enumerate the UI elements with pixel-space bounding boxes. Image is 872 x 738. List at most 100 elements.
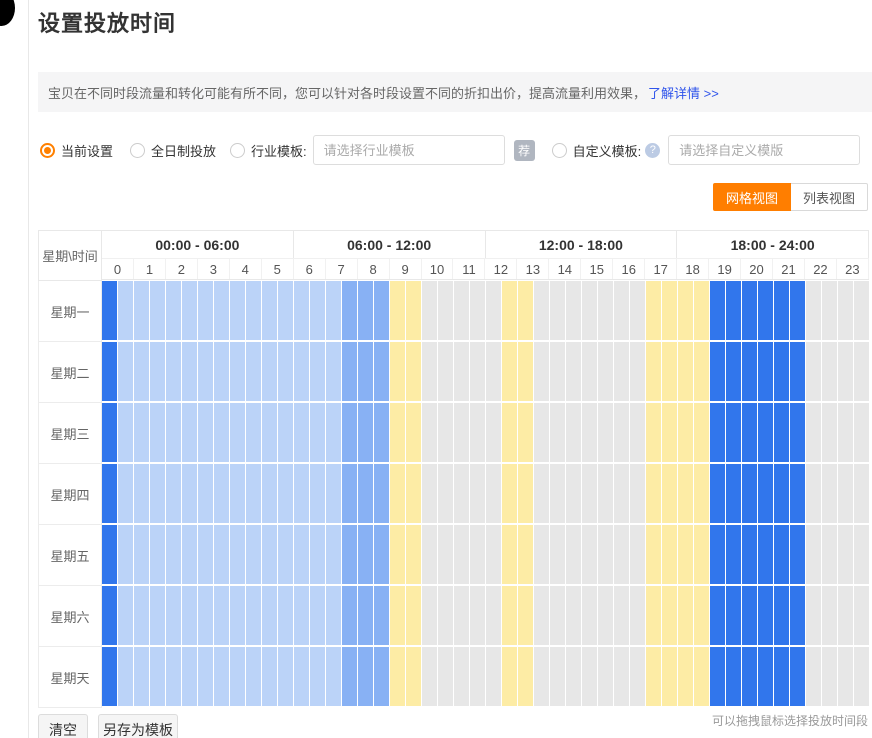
time-slot-cell[interactable] — [470, 342, 485, 401]
time-slot-cell[interactable] — [454, 281, 469, 340]
time-slot-cell[interactable] — [470, 464, 485, 523]
time-slot-cell[interactable] — [822, 647, 837, 706]
time-slot-cell[interactable] — [630, 281, 645, 340]
time-slot-cell[interactable] — [390, 342, 405, 401]
time-slot-cell[interactable] — [566, 586, 581, 645]
time-slot-cell[interactable] — [534, 586, 549, 645]
time-slot-cell[interactable] — [726, 586, 741, 645]
mode-fullday[interactable]: 全日制投放 — [130, 141, 216, 160]
time-slot-cell[interactable] — [742, 586, 757, 645]
time-slot-cell[interactable] — [694, 586, 709, 645]
time-slot-cell[interactable] — [774, 281, 789, 340]
time-slot-cell[interactable] — [534, 342, 549, 401]
time-slot-cell[interactable] — [134, 281, 149, 340]
time-slot-cell[interactable] — [406, 586, 421, 645]
time-slot-cell[interactable] — [598, 281, 613, 340]
time-slot-cell[interactable] — [278, 342, 293, 401]
time-slot-cell[interactable] — [310, 342, 325, 401]
time-slot-cell[interactable] — [214, 281, 229, 340]
time-slot-cell[interactable] — [598, 342, 613, 401]
time-slot-cell[interactable] — [278, 281, 293, 340]
time-slot-cell[interactable] — [262, 647, 277, 706]
time-slot-cell[interactable] — [246, 403, 261, 462]
custom-template-input[interactable] — [668, 135, 860, 165]
time-slot-cell[interactable] — [246, 342, 261, 401]
time-slot-cell[interactable] — [678, 281, 693, 340]
time-slot-cell[interactable] — [614, 647, 629, 706]
time-slot-cell[interactable] — [726, 525, 741, 584]
time-slot-cell[interactable] — [374, 464, 389, 523]
time-slot-cell[interactable] — [310, 403, 325, 462]
time-slot-cell[interactable] — [214, 525, 229, 584]
time-slot-cell[interactable] — [854, 586, 869, 645]
time-slot-cell[interactable] — [438, 281, 453, 340]
time-slot-cell[interactable] — [310, 464, 325, 523]
time-slot-cell[interactable] — [518, 281, 533, 340]
time-slot-cell[interactable] — [726, 647, 741, 706]
time-slot-cell[interactable] — [550, 464, 565, 523]
time-slot-cell[interactable] — [630, 525, 645, 584]
time-slot-cell[interactable] — [582, 403, 597, 462]
time-slot-cell[interactable] — [678, 403, 693, 462]
time-slot-cell[interactable] — [326, 647, 341, 706]
time-slot-cell[interactable] — [790, 342, 805, 401]
time-slot-cell[interactable] — [294, 586, 309, 645]
time-slot-cell[interactable] — [182, 342, 197, 401]
time-slot-cell[interactable] — [790, 586, 805, 645]
time-slot-cell[interactable] — [326, 281, 341, 340]
time-slot-cell[interactable] — [406, 281, 421, 340]
time-slot-cell[interactable] — [822, 403, 837, 462]
time-slot-cell[interactable] — [166, 647, 181, 706]
time-slot-cell[interactable] — [790, 403, 805, 462]
industry-template-input[interactable] — [313, 135, 505, 165]
time-slot-cell[interactable] — [262, 586, 277, 645]
time-slot-cell[interactable] — [694, 342, 709, 401]
time-slot-cell[interactable] — [214, 464, 229, 523]
time-slot-cell[interactable] — [822, 525, 837, 584]
time-slot-cell[interactable] — [806, 464, 821, 523]
time-slot-cell[interactable] — [822, 464, 837, 523]
time-slot-cell[interactable] — [598, 403, 613, 462]
time-slot-cell[interactable] — [566, 464, 581, 523]
time-slot-cell[interactable] — [166, 342, 181, 401]
time-slot-cell[interactable] — [390, 586, 405, 645]
time-slot-cell[interactable] — [134, 342, 149, 401]
time-slot-cell[interactable] — [134, 586, 149, 645]
time-slot-cell[interactable] — [390, 403, 405, 462]
time-slot-cell[interactable] — [742, 281, 757, 340]
time-slot-cell[interactable] — [406, 525, 421, 584]
time-slot-cell[interactable] — [854, 525, 869, 584]
time-slot-cell[interactable] — [166, 403, 181, 462]
time-slot-cell[interactable] — [278, 464, 293, 523]
time-slot-cell[interactable] — [710, 586, 725, 645]
time-slot-cell[interactable] — [454, 586, 469, 645]
time-slot-cell[interactable] — [742, 342, 757, 401]
time-slot-cell[interactable] — [518, 342, 533, 401]
time-slot-cell[interactable] — [198, 342, 213, 401]
time-slot-cell[interactable] — [198, 403, 213, 462]
time-slot-cell[interactable] — [534, 281, 549, 340]
time-slot-cell[interactable] — [854, 647, 869, 706]
time-slot-cell[interactable] — [230, 342, 245, 401]
time-slot-cell[interactable] — [134, 403, 149, 462]
time-slot-cell[interactable] — [790, 647, 805, 706]
time-slot-cell[interactable] — [278, 647, 293, 706]
time-slot-cell[interactable] — [470, 403, 485, 462]
time-slot-cell[interactable] — [678, 525, 693, 584]
time-slot-cell[interactable] — [246, 281, 261, 340]
time-slot-cell[interactable] — [166, 281, 181, 340]
list-view-button[interactable]: 列表视图 — [791, 183, 868, 211]
time-slot-cell[interactable] — [422, 281, 437, 340]
time-slot-cell[interactable] — [230, 403, 245, 462]
time-slot-cell[interactable] — [758, 464, 773, 523]
time-slot-cell[interactable] — [614, 525, 629, 584]
time-slot-cell[interactable] — [598, 586, 613, 645]
time-slot-cell[interactable] — [806, 403, 821, 462]
save-as-template-button[interactable]: 另存为模板 — [98, 714, 178, 738]
radio-fullday-icon[interactable] — [130, 143, 145, 158]
time-slot-cell[interactable] — [662, 342, 677, 401]
time-slot-cell[interactable] — [166, 525, 181, 584]
time-slot-cell[interactable] — [582, 525, 597, 584]
time-slot-cell[interactable] — [310, 281, 325, 340]
time-slot-cell[interactable] — [198, 647, 213, 706]
